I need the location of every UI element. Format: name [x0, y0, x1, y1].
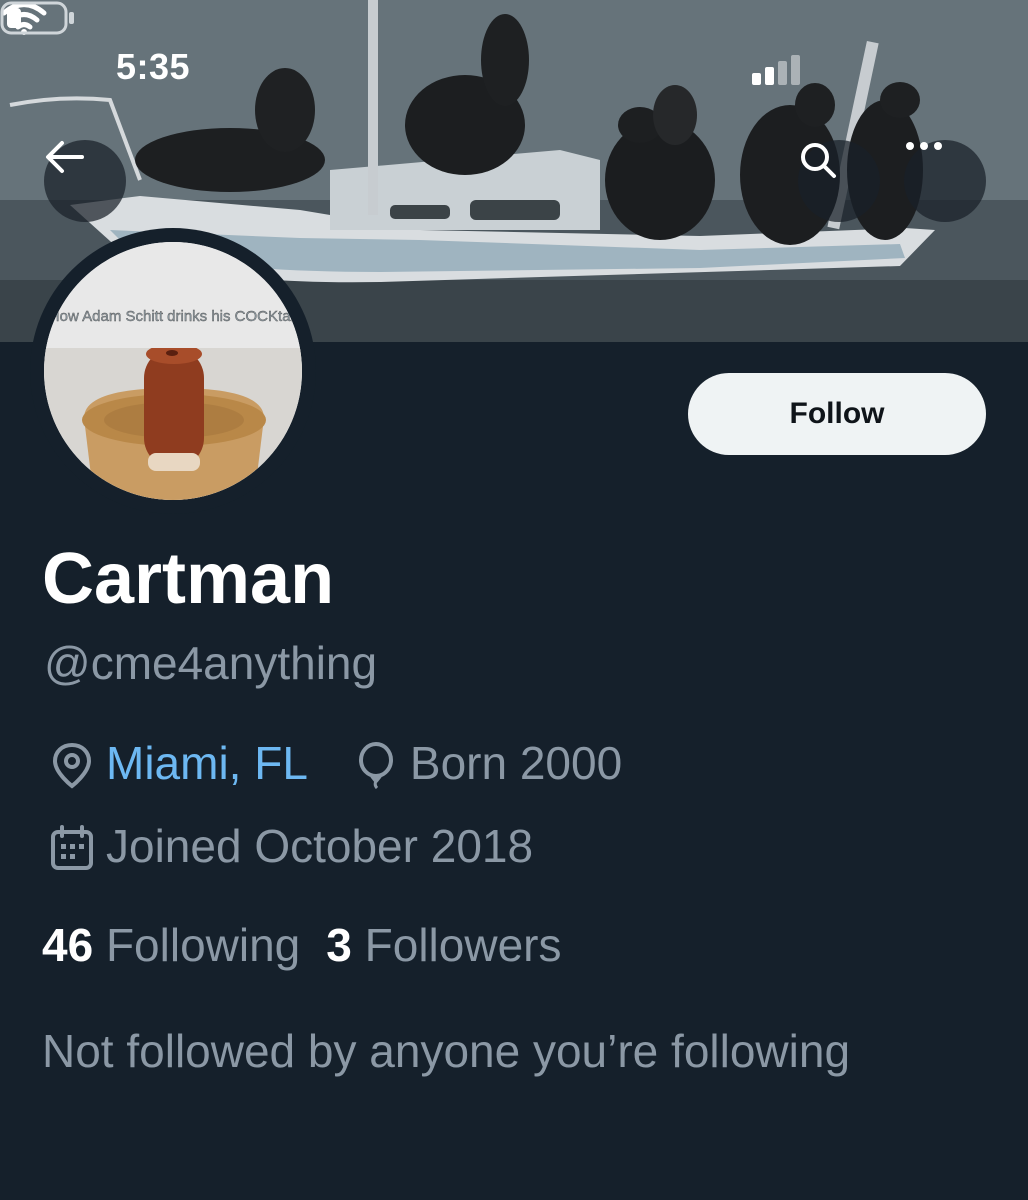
user-handle: @cme4anything: [44, 637, 378, 689]
status-time: 5:35: [116, 46, 191, 87]
joined-date: Joined October 2018: [106, 820, 534, 872]
following-count: 46: [42, 919, 94, 971]
cellular-signal-icon: [752, 55, 804, 85]
location-link[interactable]: Miami, FL: [106, 735, 308, 791]
display-name: Cartman: [42, 539, 335, 619]
balloon-icon: [348, 735, 410, 791]
location-pin-icon: [44, 735, 106, 791]
following-link[interactable]: 46 Following: [42, 919, 300, 971]
follow-stats: 46 Following 3 Followers: [42, 917, 561, 973]
search-icon: [801, 143, 836, 178]
back-button[interactable]: [44, 140, 126, 222]
avatar-caption: How Adam Schitt drinks his COCKtail: [48, 308, 298, 325]
followers-label: Followers: [364, 919, 562, 971]
avatar-photo: [44, 348, 302, 500]
avatar-image: How Adam Schitt drinks his COCKtail: [44, 242, 302, 500]
birth-date: Born 2000: [409, 737, 623, 789]
follow-button[interactable]: Follow: [688, 373, 986, 455]
calendar-icon: [44, 818, 106, 874]
profile-meta-row: Miami, FL Born 2000: [44, 733, 622, 793]
battery-icon: [0, 1, 74, 35]
profile-avatar[interactable]: How Adam Schitt drinks his COCKtail: [30, 228, 316, 514]
more-icon: [906, 142, 942, 150]
arrow-left-icon: [46, 141, 84, 173]
profile-meta-row: Joined October 2018: [44, 816, 533, 876]
more-button[interactable]: [904, 140, 986, 222]
search-button[interactable]: [798, 140, 880, 222]
not-followed-notice: Not followed by anyone you’re following: [42, 1025, 851, 1077]
followers-count: 3: [326, 919, 352, 971]
followers-link[interactable]: 3 Followers: [326, 919, 561, 971]
following-label: Following: [105, 919, 301, 971]
